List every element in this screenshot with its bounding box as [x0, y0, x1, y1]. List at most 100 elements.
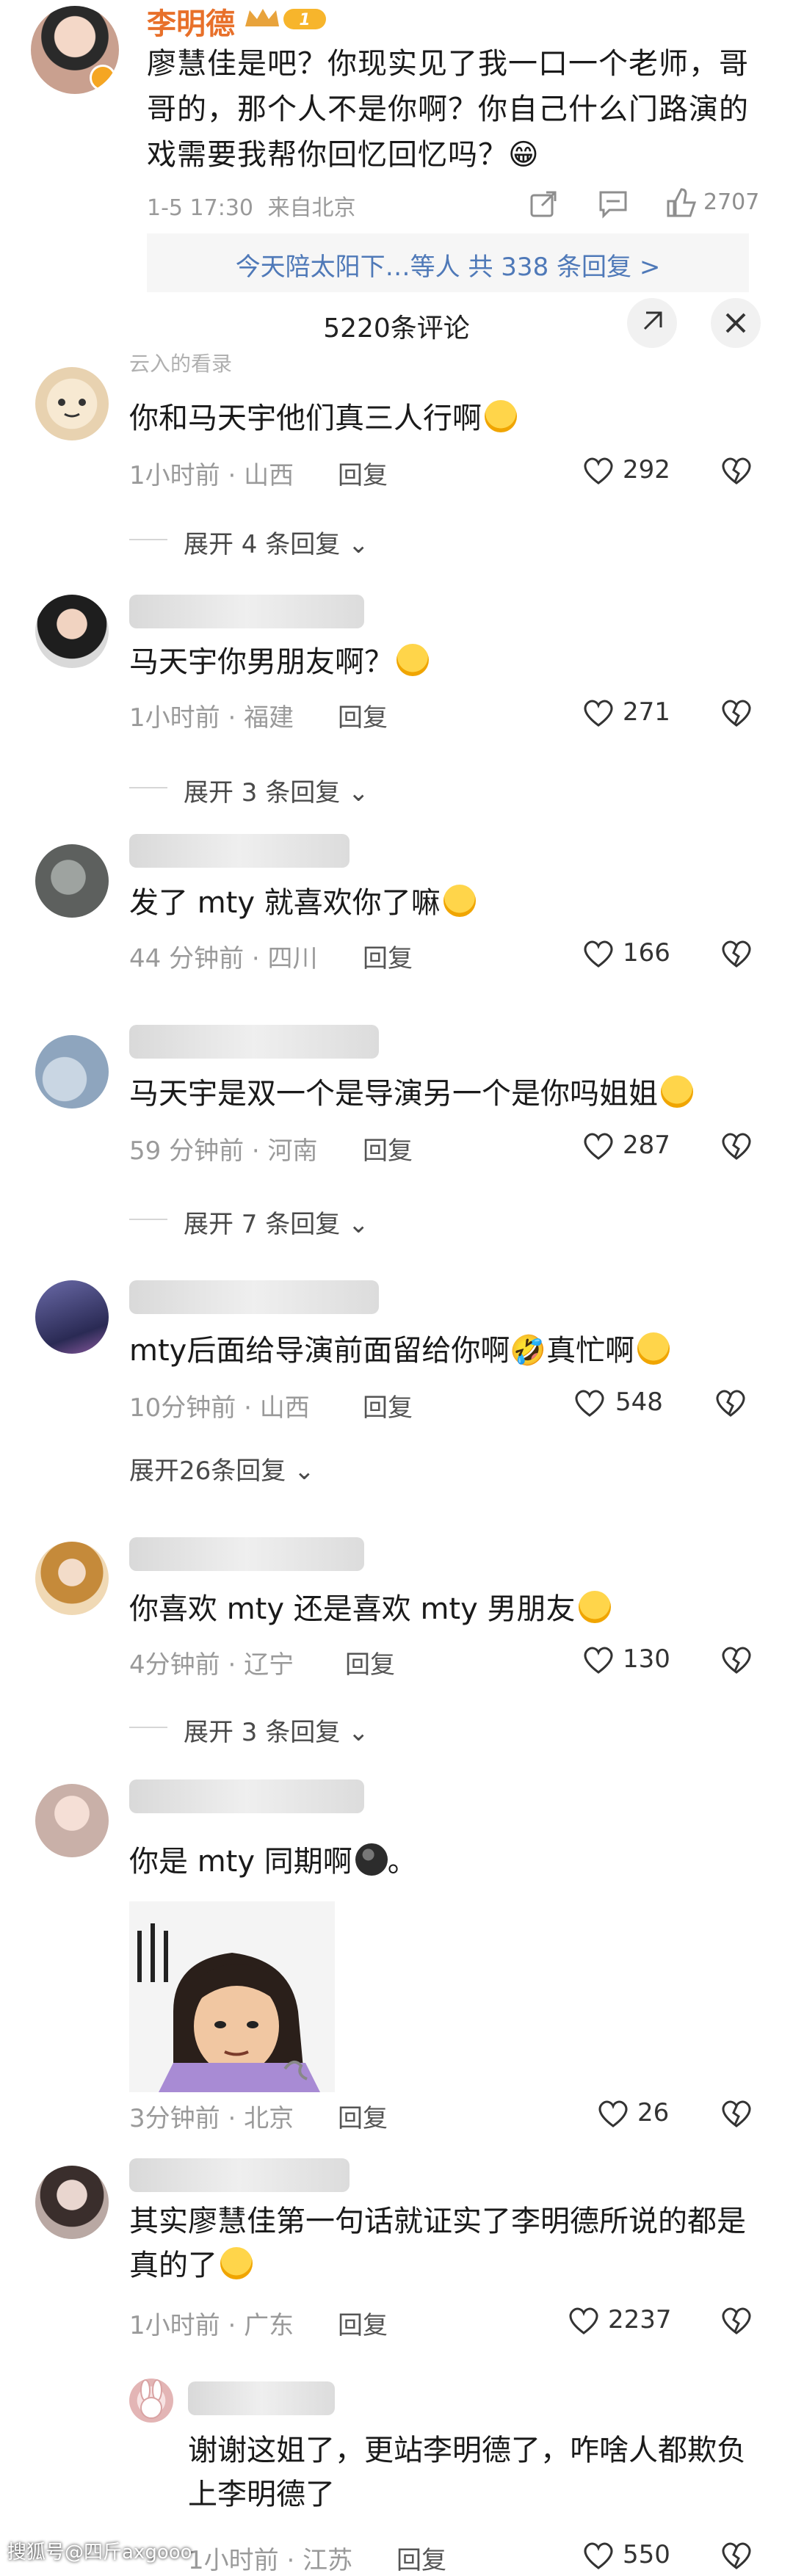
- comment-location: 福建: [244, 703, 294, 733]
- view-replies-link[interactable]: 今天陪太阳下…等人 共 338 条回复 >: [147, 247, 749, 283]
- comment-text: 谢谢这姐了，更站李明德了，咋啥人都欺负上李明德了: [188, 2434, 746, 2511]
- heart-icon[interactable]: [582, 697, 615, 728]
- commenter-name[interactable]: [129, 1280, 379, 1314]
- comment-item: 云入的看录 你和马天宇他们真三人行啊 1小时前 · 山西 回复 292 展开 4…: [0, 352, 793, 573]
- commenter-avatar[interactable]: [35, 1542, 109, 1615]
- like-count: 166: [623, 938, 670, 968]
- commenter-name[interactable]: [129, 834, 350, 868]
- share-icon[interactable]: [529, 189, 558, 219]
- scream-emoji-icon: [661, 1075, 693, 1108]
- reply-button[interactable]: 回复: [363, 1131, 413, 1167]
- expand-replies-link[interactable]: 展开 4 条回复 ⌄: [184, 524, 369, 560]
- dislike-broken-heart-icon[interactable]: [714, 1387, 747, 1418]
- heart-icon[interactable]: [573, 1387, 606, 1418]
- dislike-broken-heart-icon[interactable]: [720, 1644, 753, 1675]
- expand-divider: [129, 539, 167, 540]
- commenter-avatar[interactable]: [35, 1784, 109, 1857]
- dislike-broken-heart-icon[interactable]: [720, 938, 753, 969]
- like-thumb-icon[interactable]: [665, 186, 698, 219]
- cartoon-face-icon: [58, 399, 86, 418]
- heart-icon[interactable]: [567, 2305, 601, 2336]
- reply-button[interactable]: 回复: [338, 455, 388, 491]
- comment-body: mty后面给导演前面留给你啊🤣真忙啊: [129, 1334, 635, 1368]
- reply-button[interactable]: 回复: [345, 1644, 395, 1680]
- commenter-name[interactable]: [129, 1537, 364, 1571]
- commenter-avatar[interactable]: [35, 1035, 109, 1109]
- expand-divider: [129, 787, 167, 788]
- comment-text: 发了 mty 就喜欢你了嘛: [129, 881, 476, 925]
- like-count: 550: [623, 2540, 670, 2569]
- heart-icon[interactable]: [582, 1131, 615, 1161]
- comment-location: 河南: [267, 1136, 318, 1166]
- replies-strip: 今天陪太阳下…等人 共 338 条回复 >: [147, 233, 749, 292]
- meme-sticker-image[interactable]: [129, 1901, 335, 2092]
- commenter-avatar[interactable]: [35, 595, 109, 668]
- dislike-broken-heart-icon[interactable]: [720, 1131, 753, 1161]
- commenter-name[interactable]: [129, 1779, 364, 1813]
- rofl-emoji-icon: [637, 1332, 670, 1365]
- dislike-broken-heart-icon[interactable]: [720, 2098, 753, 2129]
- dislike-broken-heart-icon[interactable]: [720, 2540, 753, 2571]
- commenter-name[interactable]: [129, 2158, 350, 2192]
- comment-text: 你和马天宇他们真三人行啊: [129, 396, 517, 440]
- dislike-broken-heart-icon[interactable]: [720, 697, 753, 728]
- reply-button[interactable]: 回复: [338, 2098, 388, 2134]
- expand-replies-link[interactable]: 展开26条回复 ⌄: [129, 1451, 315, 1487]
- comment-time: 59 分钟前: [129, 1136, 245, 1166]
- commenter-name[interactable]: [129, 1025, 379, 1059]
- nested-reply-item: 谢谢这姐了，更站李明德了，咋啥人都欺负上李明德了 1小时前 · 江苏 回复 55…: [0, 2364, 793, 2575]
- flushed-emoji-icon: [578, 1591, 611, 1623]
- heart-icon[interactable]: [582, 938, 615, 969]
- expand-divider: [129, 1727, 167, 1728]
- original-post: 李明德 1 廖慧佳是吧？你现实见了我一口一个老师，哥哥的，那个人不是你啊？你自己…: [0, 0, 793, 294]
- expand-replies-link[interactable]: 展开 7 条回复 ⌄: [184, 1204, 369, 1240]
- like-count: 130: [623, 1644, 670, 1674]
- chevron-down-icon: ⌄: [340, 1210, 369, 1239]
- commenter-name[interactable]: 云入的看录: [129, 348, 232, 377]
- expand-label: 展开 3 条回复: [184, 778, 341, 808]
- expand-replies-link[interactable]: 展开 3 条回复 ⌄: [184, 772, 369, 808]
- reply-button[interactable]: 回复: [338, 697, 388, 733]
- comment-text: 你喜欢 mty 还是喜欢 mty 男朋友: [129, 1587, 611, 1631]
- comment-time: 10分钟前: [129, 1393, 236, 1423]
- comment-meta: 59 分钟前 · 河南: [129, 1136, 318, 1166]
- heart-icon[interactable]: [582, 1644, 615, 1675]
- heart-icon[interactable]: [596, 2098, 630, 2129]
- expand-label: 展开 7 条回复: [184, 1210, 341, 1239]
- comment-time: 3分钟前: [129, 2104, 220, 2133]
- reply-button[interactable]: 回复: [396, 2540, 446, 2576]
- comment-meta: 1小时前 · 福建: [129, 703, 294, 733]
- dislike-broken-heart-icon[interactable]: [720, 455, 753, 486]
- comment-location: 北京: [244, 2104, 294, 2133]
- expand-divider: [129, 1219, 167, 1220]
- author-avatar[interactable]: [31, 6, 119, 94]
- heart-icon[interactable]: [582, 455, 615, 486]
- expand-replies-link[interactable]: 展开 3 条回复 ⌄: [184, 1712, 369, 1748]
- comment-location: 山西: [244, 461, 294, 490]
- post-like-count: 2707: [703, 189, 760, 215]
- expand-button[interactable]: [627, 298, 677, 348]
- comment-time: 44 分钟前: [129, 944, 245, 973]
- close-button[interactable]: [711, 298, 761, 348]
- chevron-down-icon: ⌄: [340, 1718, 369, 1747]
- post-author-name[interactable]: 李明德: [147, 0, 235, 43]
- comment-item: mty后面给导演前面留给你啊🤣真忙啊 10分钟前 · 山西 回复 548 展开2…: [0, 1270, 793, 1490]
- commenter-avatar[interactable]: [35, 1280, 109, 1354]
- commenter-avatar[interactable]: [129, 2379, 173, 2423]
- expand-icon: [643, 311, 662, 330]
- commenter-avatar[interactable]: [35, 844, 109, 918]
- reply-button[interactable]: 回复: [363, 938, 413, 974]
- comment-icon[interactable]: [598, 189, 629, 219]
- bunny-icon: [140, 2379, 162, 2419]
- reply-button[interactable]: 回复: [338, 2305, 388, 2341]
- reply-button[interactable]: 回复: [363, 1387, 413, 1423]
- commenter-avatar[interactable]: [35, 2166, 109, 2239]
- dislike-broken-heart-icon[interactable]: [720, 2305, 753, 2336]
- heart-icon[interactable]: [582, 2540, 615, 2571]
- comment-item: 你喜欢 mty 还是喜欢 mty 男朋友 4分钟前 · 辽宁 回复 130 展开…: [0, 1527, 793, 1747]
- comment-item: 马天宇你男朋友啊？ 1小时前 · 福建 回复 271 展开 3 条回复 ⌄: [0, 587, 793, 808]
- commenter-name[interactable]: [188, 2381, 335, 2415]
- comment-meta: 10分钟前 · 山西: [129, 1393, 310, 1423]
- commenter-avatar[interactable]: [35, 367, 109, 440]
- commenter-name[interactable]: [129, 595, 364, 628]
